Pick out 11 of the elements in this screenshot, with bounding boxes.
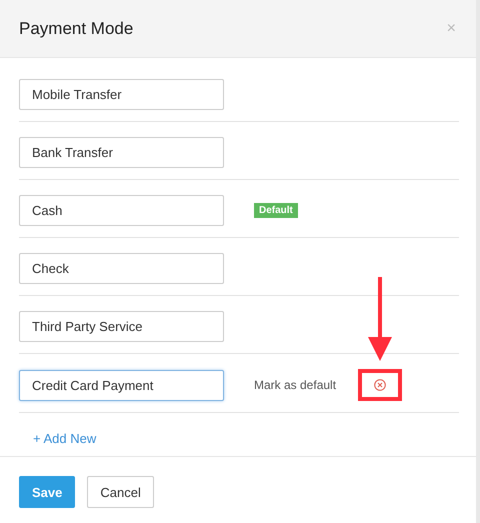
payment-mode-field[interactable]: Third Party Service [19,311,224,342]
mark-default-link[interactable]: Mark as default [254,378,336,392]
default-badge: Default [254,203,298,218]
payment-mode-field[interactable]: Bank Transfer [19,137,224,168]
cancel-button[interactable]: Cancel [87,476,154,508]
payment-mode-field[interactable]: Cash [19,195,224,226]
payment-mode-field[interactable]: Credit Card Payment [19,370,224,400]
dialog-title: Payment Mode [19,18,134,38]
payment-mode-field[interactable]: Check [19,253,224,284]
delete-icon[interactable] [374,379,386,391]
payment-mode-field[interactable]: Mobile Transfer [19,79,224,110]
